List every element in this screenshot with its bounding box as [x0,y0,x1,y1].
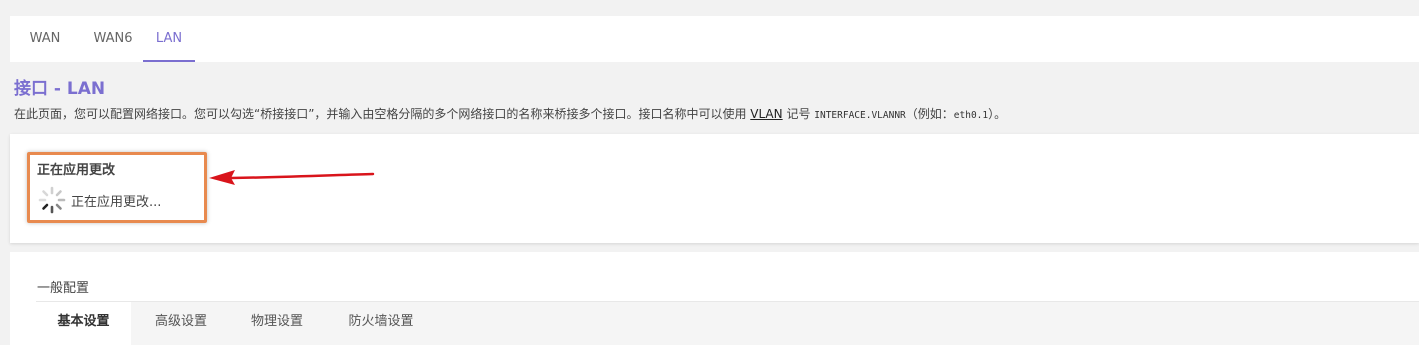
loading-spinner-icon [38,186,66,214]
code-example-eth: eth0.1 [953,110,989,121]
tab-lan[interactable]: LAN [143,16,195,62]
description-mid: 记号 [782,107,815,121]
page-title: 接口 - LAN [14,79,106,99]
interface-tabs: WAN WAN6 LAN [10,16,1419,62]
tab-physical-settings[interactable]: 物理设置 [238,302,316,345]
tab-wan6[interactable]: WAN6 [84,16,142,62]
page-description: 在此页面，您可以配置网络接口。您可以勾选“桥接接口”，并输入由空格分隔的多个网络… [14,105,1006,122]
tab-wan[interactable]: WAN [20,16,70,62]
apply-changes-status: 正在应用更改... [71,195,162,210]
description-suffix: （例如： [905,107,954,121]
vlan-link[interactable]: VLAN [750,107,782,121]
tab-advanced-settings[interactable]: 高级设置 [144,302,218,345]
description-end: ）。 [988,107,1007,121]
description-prefix: 在此页面，您可以配置网络接口。您可以勾选“桥接接口”，并输入由空格分隔的多个网络… [14,107,751,121]
code-example-vlannr: INTERFACE.VLANNR [814,110,906,121]
tab-basic-settings[interactable]: 基本设置 [36,302,131,345]
red-arrow-annotation [209,170,375,185]
apply-changes-title: 正在应用更改 [37,163,116,178]
general-config-title: 一般配置 [37,281,90,296]
tab-firewall-settings[interactable]: 防火墙设置 [336,302,426,345]
